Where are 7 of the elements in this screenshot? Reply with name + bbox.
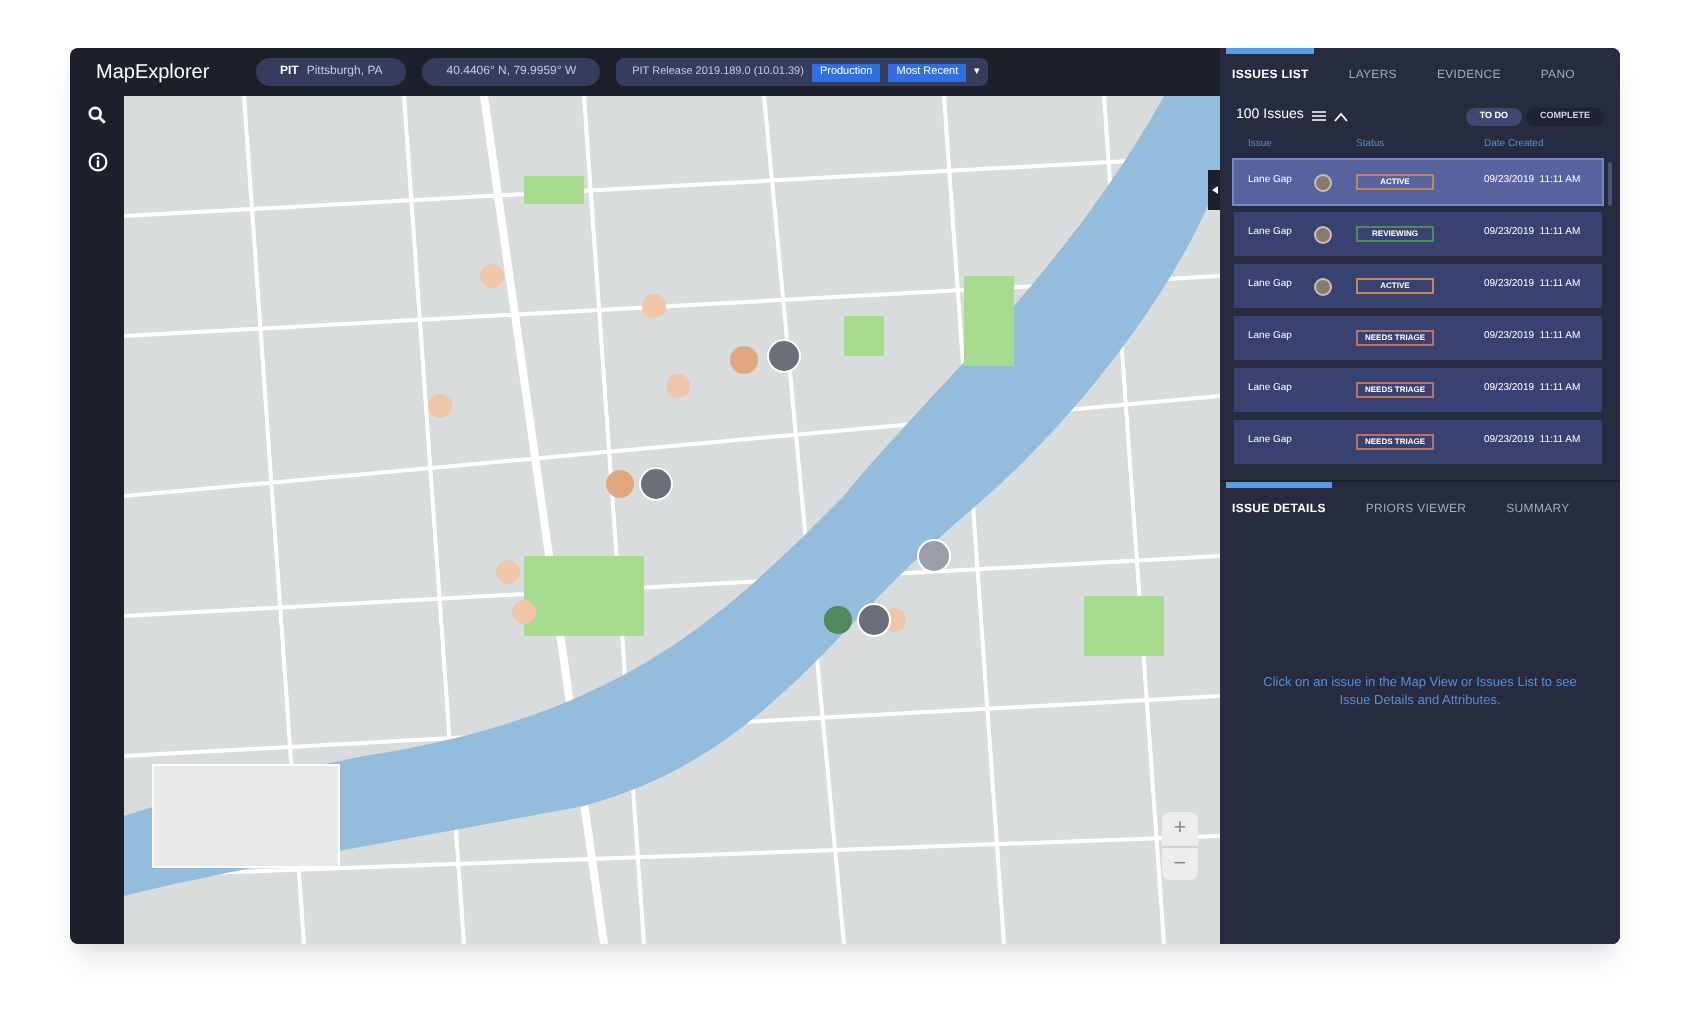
info-icon[interactable] (87, 152, 107, 172)
search-icon[interactable] (88, 106, 106, 124)
scrollbar[interactable] (1608, 162, 1612, 206)
filter-icon[interactable] (1311, 110, 1326, 122)
chevron-up-icon[interactable] (1333, 111, 1348, 121)
app-title: MapExplorer (96, 59, 212, 87)
panel-collapse-handle[interactable] (1208, 170, 1220, 210)
